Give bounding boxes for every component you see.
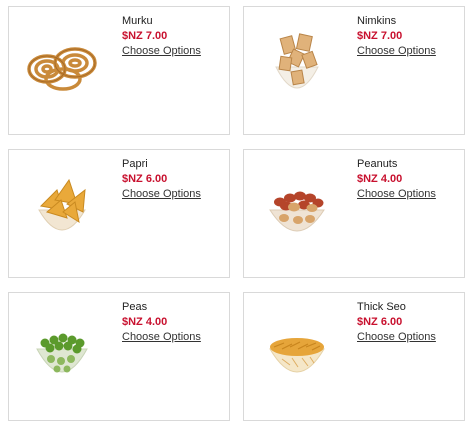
product-card-papri: Papri $NZ 6.00 Choose Options <box>8 149 230 278</box>
product-card-peanuts: Peanuts $NZ 4.00 Choose Options <box>243 149 465 278</box>
peas-image[interactable] <box>17 303 107 393</box>
product-card-peas: Peas $NZ 4.00 Choose Options <box>8 292 230 421</box>
product-name[interactable]: Thick Seo <box>357 300 436 315</box>
choose-options-link[interactable]: Choose Options <box>357 44 436 59</box>
thick-seo-image[interactable] <box>252 303 342 393</box>
choose-options-link[interactable]: Choose Options <box>357 330 436 345</box>
product-name[interactable]: Papri <box>122 157 201 172</box>
choose-options-link[interactable]: Choose Options <box>122 330 201 345</box>
product-price: $NZ 7.00 <box>122 30 168 42</box>
peanuts-image[interactable] <box>252 160 342 250</box>
choose-options-link[interactable]: Choose Options <box>122 44 201 59</box>
papri-image[interactable] <box>17 160 107 250</box>
product-price: $NZ 4.00 <box>357 173 403 185</box>
product-price: $NZ 6.00 <box>357 316 403 328</box>
choose-options-link[interactable]: Choose Options <box>357 187 436 202</box>
product-price: $NZ 6.00 <box>122 173 168 185</box>
product-price: $NZ 7.00 <box>357 30 403 42</box>
nimkins-image[interactable] <box>252 17 342 107</box>
product-card-thick-seo: Thick Seo $NZ 6.00 Choose Options <box>243 292 465 421</box>
product-name[interactable]: Peas <box>122 300 201 315</box>
product-price: $NZ 4.00 <box>122 316 168 328</box>
product-card-murku: Murku $NZ 7.00 Choose Options <box>8 6 230 135</box>
product-name[interactable]: Nimkins <box>357 14 436 29</box>
product-card-nimkins: Nimkins $NZ 7.00 Choose Options <box>243 6 465 135</box>
product-name[interactable]: Murku <box>122 14 201 29</box>
product-name[interactable]: Peanuts <box>357 157 436 172</box>
murku-image[interactable] <box>17 17 107 107</box>
choose-options-link[interactable]: Choose Options <box>122 187 201 202</box>
